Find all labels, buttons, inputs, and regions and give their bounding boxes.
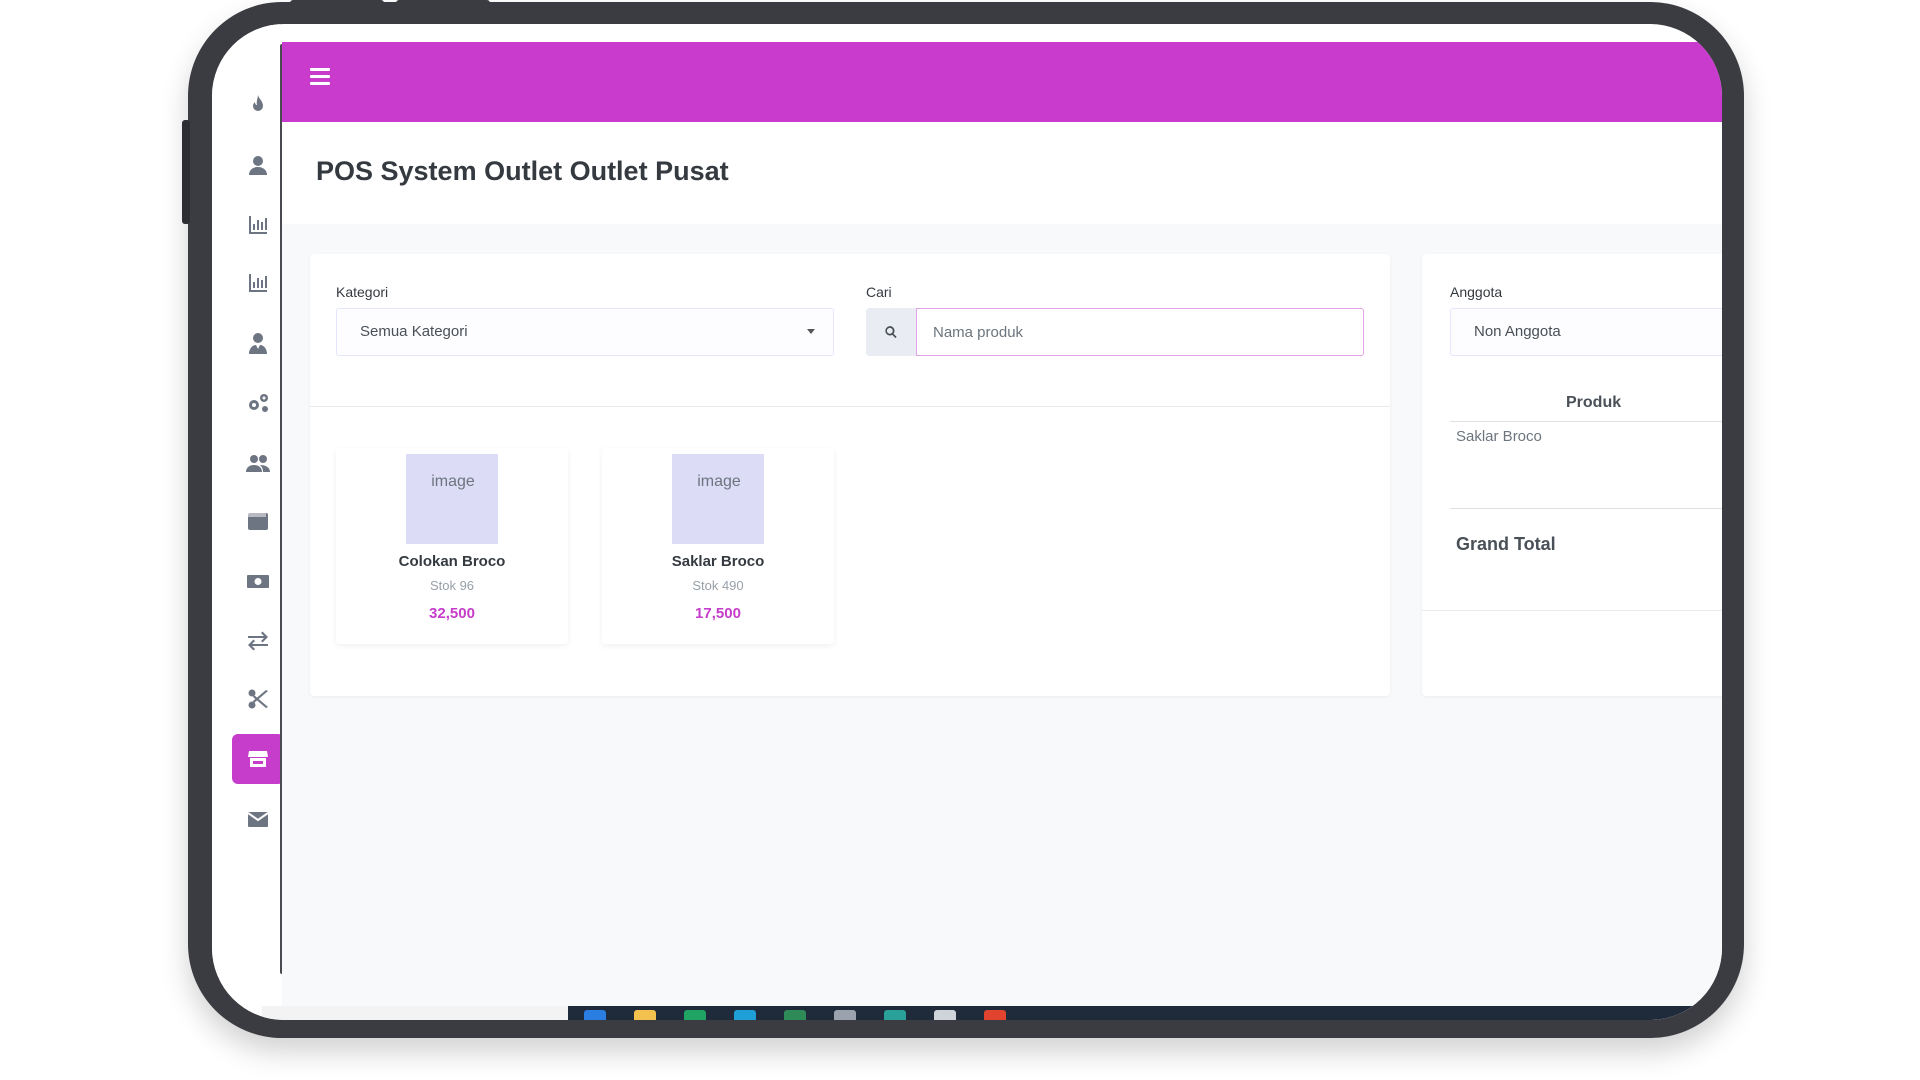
search-icon [885, 326, 897, 339]
menu-toggle-icon[interactable] [310, 68, 330, 86]
sidebar-item-transfer[interactable] [232, 616, 284, 666]
table-header-produk: Produk [1566, 394, 1622, 411]
user-tie-icon [249, 333, 267, 354]
section-header: POS System Outlet Outlet Pusat [282, 122, 1722, 224]
users-icon [246, 455, 270, 472]
sidebar-item-mail[interactable] [232, 794, 284, 844]
product-price: 17,500 [695, 605, 741, 622]
kategori-value: Semua Kategori [360, 323, 468, 340]
product-stock: Stok 490 [692, 578, 744, 593]
divider [1422, 610, 1722, 611]
sidebar-item-members[interactable] [232, 438, 284, 488]
sidebar-item-user[interactable] [232, 140, 284, 190]
tablet-frame: POS System Outlet Outlet Pusat Kategori … [182, 0, 1744, 1038]
product-card: Kategori Semua Kategori Cari image Colok… [310, 254, 1390, 696]
product-name: Saklar Broco [671, 553, 765, 570]
page-title: POS System Outlet Outlet Pusat [316, 156, 729, 186]
sidebar-item-settings[interactable] [232, 378, 284, 428]
taskbar-app-icon[interactable] [634, 1010, 656, 1020]
sidebar-item-dashboard[interactable] [232, 80, 284, 130]
device-button [182, 120, 190, 224]
table-divider [1450, 508, 1722, 509]
search-input[interactable] [916, 308, 1364, 356]
os-taskbar [262, 1006, 1722, 1020]
taskbar-apps [568, 1006, 1722, 1020]
taskbar-app-icon[interactable] [684, 1010, 706, 1020]
product-price: 32,500 [429, 605, 475, 622]
sidebar-item-report-2[interactable] [232, 258, 284, 308]
grand-total-label: Grand Total [1456, 534, 1556, 554]
envelope-icon [247, 812, 269, 827]
taskbar-app-icon[interactable] [884, 1010, 906, 1020]
chevron-down-icon [807, 329, 815, 334]
table-header-divider [1450, 421, 1722, 422]
sidebar [212, 24, 284, 1014]
taskbar-app-icon[interactable] [734, 1010, 756, 1020]
anggota-label: Anggota [1450, 284, 1503, 300]
sidebar-item-cut[interactable] [232, 674, 284, 724]
kategori-select[interactable]: Semua Kategori [336, 308, 834, 356]
product-name: Colokan Broco [398, 553, 506, 570]
sidebar-item-employee[interactable] [232, 318, 284, 368]
cari-label: Cari [866, 284, 892, 300]
chart-bar-icon [249, 274, 267, 292]
taskbar-app-icon[interactable] [834, 1010, 856, 1020]
sidebar-item-report[interactable] [232, 200, 284, 250]
product-item[interactable]: image Colokan Broco Stok 96 32,500 [336, 448, 568, 644]
divider [310, 406, 1390, 407]
wallet-icon [248, 513, 268, 530]
cogs-icon [249, 394, 268, 412]
taskbar-search[interactable] [262, 1006, 568, 1020]
product-image: image [406, 454, 498, 544]
taskbar-app-icon[interactable] [584, 1010, 606, 1020]
kategori-label: Kategori [336, 284, 389, 300]
money-bill-icon [247, 575, 269, 588]
cut-icon [248, 689, 268, 709]
product-item[interactable]: image Saklar Broco Stok 490 17,500 [602, 448, 834, 644]
chart-bar-icon [249, 216, 267, 234]
cart-item-name: Saklar Broco [1456, 428, 1542, 445]
cart-card: Anggota Non Anggota Produk Saklar Broco … [1422, 254, 1722, 696]
device-button [396, 0, 490, 6]
anggota-select[interactable]: Non Anggota [1450, 308, 1722, 356]
sidebar-item-pos[interactable] [232, 734, 284, 784]
taskbar-app-icon[interactable] [784, 1010, 806, 1020]
device-button [290, 0, 384, 6]
product-stock: Stok 96 [429, 578, 475, 593]
screen: POS System Outlet Outlet Pusat Kategori … [212, 24, 1722, 1020]
user-icon [249, 156, 267, 175]
taskbar-app-icon[interactable] [984, 1010, 1006, 1020]
taskbar-app-icon[interactable] [934, 1010, 956, 1020]
anggota-value: Non Anggota [1474, 323, 1561, 340]
main-content: Kategori Semua Kategori Cari image Colok… [282, 224, 1722, 1020]
search-addon [866, 308, 916, 356]
exchange-icon [248, 631, 268, 651]
sidebar-item-wallet[interactable] [232, 496, 284, 546]
store-icon [248, 751, 268, 767]
sidebar-item-money[interactable] [232, 556, 284, 606]
product-image: image [672, 454, 764, 544]
fire-icon [253, 95, 263, 111]
top-navbar [282, 42, 1722, 122]
